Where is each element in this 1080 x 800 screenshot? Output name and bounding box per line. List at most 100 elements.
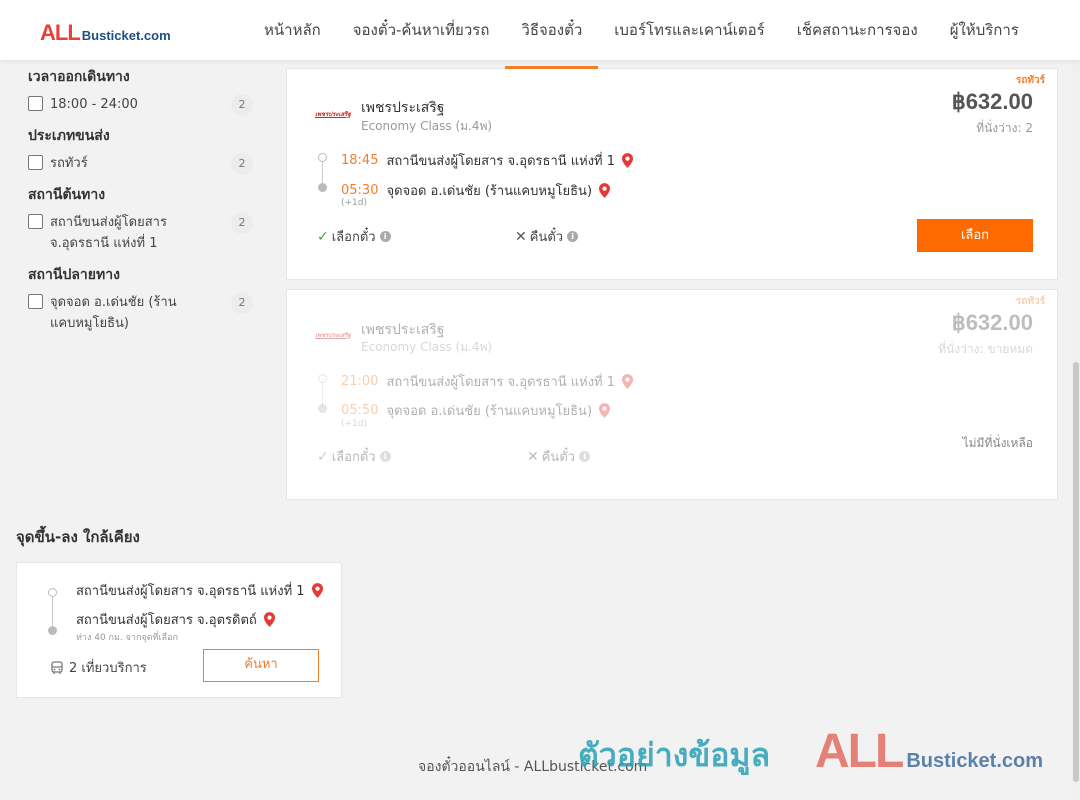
next-day-label: (+1d) [341,198,368,208]
arrival-stop: 05:50 จุดจอด อ.เด่นชัย (ร้านแคบหมูโยธิน) [341,400,611,421]
departure-dot [318,374,327,383]
departure-time: 18:45 [341,153,379,168]
trip-card-sold-out: รถทัวร์ เพชรประเสริฐ เพชรประเสริฐ Econom… [286,289,1058,500]
no-seats-left-label: ไม่มีที่นั่งเหลือ [962,436,1033,450]
filter-option-label: สถานีขนส่งผู้โดยสาร จ.อุดรธานี แห่งที่ 1 [50,215,167,251]
watermark-text: ตัวอย่างข้อมูล [578,736,771,774]
info-icon[interactable]: i [379,451,391,462]
map-pin-icon[interactable] [311,583,323,598]
map-pin-icon[interactable] [622,374,634,389]
filter-checkbox[interactable] [28,155,43,170]
page-scrollbar[interactable] [1072,60,1080,800]
filter-option[interactable]: สถานีขนส่งผู้โดยสาร จ.อุดรธานี แห่งที่ 1… [28,212,258,254]
filter-checkbox[interactable] [28,214,43,229]
filter-count-badge: 2 [231,292,253,314]
map-pin-icon[interactable] [599,183,611,198]
arrival-dot [318,404,327,413]
watermark-all-text: ALL [815,725,904,778]
nav-how-to-book[interactable]: วิธีจองตั๋ว [505,0,599,69]
nearby-destination: สถานีขนส่งผู้โดยสาร จ.อุตรดิตถ์ [76,609,275,630]
filter-checkbox[interactable] [28,294,43,309]
refund-policy[interactable]: ✕ คืนตั๋ว i [527,446,591,467]
trip-card: รถทัวร์ เพชรประเสริฐ เพชรประเสริฐ Econom… [286,68,1058,280]
seats-available: ที่นั่งว่าง: 2 [976,121,1033,135]
seat-class: Economy Class (ม.4พ) [361,340,493,354]
arrival-station: จุดจอด อ.เด่นชัย (ร้านแคบหมูโยธิน) [386,404,593,419]
transport-type-tag: รถทัวร์ [1015,296,1045,307]
info-icon[interactable]: i [579,451,591,462]
logo-all-text: ALL [40,20,81,45]
nearby-origin: สถานีขนส่งผู้โดยสาร จ.อุดรธานี แห่งที่ 1 [76,580,323,601]
site-header: ALL Busticket.com หน้าหลัก จองตั๋ว-ค้นหา… [0,0,1080,69]
info-icon[interactable]: i [379,231,391,242]
watermark-busticket-text: Busticket.com [906,750,1044,772]
map-pin-icon[interactable] [599,403,611,418]
nav-contact-counters[interactable]: เบอร์โทรและเคาน์เตอร์ [598,0,780,60]
seat-class: Economy Class (ม.4พ) [361,119,493,133]
filter-title: เวลาออกเดินทาง [28,69,130,85]
filter-group-transport-type: ประเภทขนส่ง รถทัวร์ 2 [28,125,258,175]
filter-option-label: 18:00 - 24:00 [50,97,138,112]
arrival-dot [318,183,327,192]
bus-icon [51,660,63,674]
arrival-station: จุดจอด อ.เด่นชัย (ร้านแคบหมูโยธิน) [386,184,593,199]
main-nav: หน้าหลัก จองตั๋ว-ค้นหาเที่ยวรถ วิธีจองตั… [248,0,1035,69]
origin-dot [48,588,57,597]
filter-option[interactable]: รถทัวร์ 2 [28,153,258,175]
nearby-search-button[interactable]: ค้นหา [203,649,319,682]
filter-title: สถานีปลายทาง [28,267,120,283]
select-trip-button[interactable]: เลือก [917,219,1033,252]
site-logo[interactable]: ALL Busticket.com [40,20,171,46]
filter-count-badge: 2 [231,153,253,175]
nav-book-search[interactable]: จองตั๋ว-ค้นหาเที่ยวรถ [337,0,506,60]
filter-group-origin: สถานีต้นทาง สถานีขนส่งผู้โดยสาร จ.อุดรธา… [28,184,258,254]
nav-operators[interactable]: ผู้ให้บริการ [934,0,1035,60]
scrollbar-thumb[interactable] [1073,362,1079,782]
operator-logo: เพชรประเสริฐ [315,111,351,118]
seat-select-label: เลือกตั๋ว [331,230,376,245]
cross-icon: ✕ [527,448,539,465]
route-line [52,593,53,629]
filter-option[interactable]: จุดจอด อ.เด่นชัย (ร้านแคบหมูโยธิน) 2 [28,292,258,334]
refund-label: คืนตั๋ว [529,230,564,245]
filter-title: สถานีต้นทาง [28,187,106,203]
check-icon: ✓ [317,228,329,245]
seats-available: ที่นั่งว่าง: ขายหมด [938,342,1033,356]
nav-check-booking[interactable]: เช็คสถานะการจอง [781,0,934,60]
nearby-points-title: จุดขึ้น-ลง ใกล้เคียง [16,528,140,546]
departure-stop: 21:00 สถานีขนส่งผู้โดยสาร จ.อุดรธานี แห่… [341,371,634,392]
filter-sidebar: เวลาออกเดินทาง 18:00 - 24:00 2 ประเภทขนส… [28,66,258,344]
departure-station: สถานีขนส่งผู้โดยสาร จ.อุดรธานี แห่งที่ 1 [386,154,616,169]
logo-busticket-text: Busticket.com [81,28,171,43]
filter-option-label: จุดจอด อ.เด่นชัย (ร้านแคบหมูโยธิน) [50,295,177,331]
departure-dot [318,153,327,162]
trip-price: ฿632.00 [951,89,1033,114]
nav-home[interactable]: หน้าหลัก [248,0,337,60]
filter-option[interactable]: 18:00 - 24:00 2 [28,94,258,116]
trip-price: ฿632.00 [951,310,1033,335]
refund-label: คืนตั๋ว [541,450,576,465]
map-pin-icon[interactable] [622,153,634,168]
arrival-time: 05:50 [341,403,379,418]
filter-group-departure-time: เวลาออกเดินทาง 18:00 - 24:00 2 [28,66,258,116]
nearby-trip-count: 2 เที่ยวบริการ [50,657,147,678]
seat-select-policy[interactable]: ✓ เลือกตั๋ว i [317,446,391,467]
nearby-destination-name: สถานีขนส่งผู้โดยสาร จ.อุตรดิตถ์ [76,613,257,628]
map-pin-icon[interactable] [263,612,275,627]
filter-count-badge: 2 [231,212,253,234]
nearby-distance: ห่าง 40 กม. จากจุดที่เลือก [76,633,178,643]
cross-icon: ✕ [515,228,527,245]
departure-station: สถานีขนส่งผู้โดยสาร จ.อุดรธานี แห่งที่ 1 [386,375,616,390]
check-icon: ✓ [317,448,329,465]
filter-title: ประเภทขนส่ง [28,128,110,144]
nearby-trips-label: 2 เที่ยวบริการ [69,661,147,676]
filter-count-badge: 2 [231,94,253,116]
filter-checkbox[interactable] [28,96,43,111]
seat-select-policy[interactable]: ✓ เลือกตั๋ว i [317,226,391,247]
operator-logo: เพชรประเสริฐ [315,332,351,339]
refund-policy[interactable]: ✕ คืนตั๋ว i [515,226,579,247]
info-icon[interactable]: i [567,231,579,242]
arrival-time: 05:30 [341,183,379,198]
next-day-label: (+1d) [341,419,368,429]
nearby-origin-name: สถานีขนส่งผู้โดยสาร จ.อุดรธานี แห่งที่ 1 [76,584,305,599]
